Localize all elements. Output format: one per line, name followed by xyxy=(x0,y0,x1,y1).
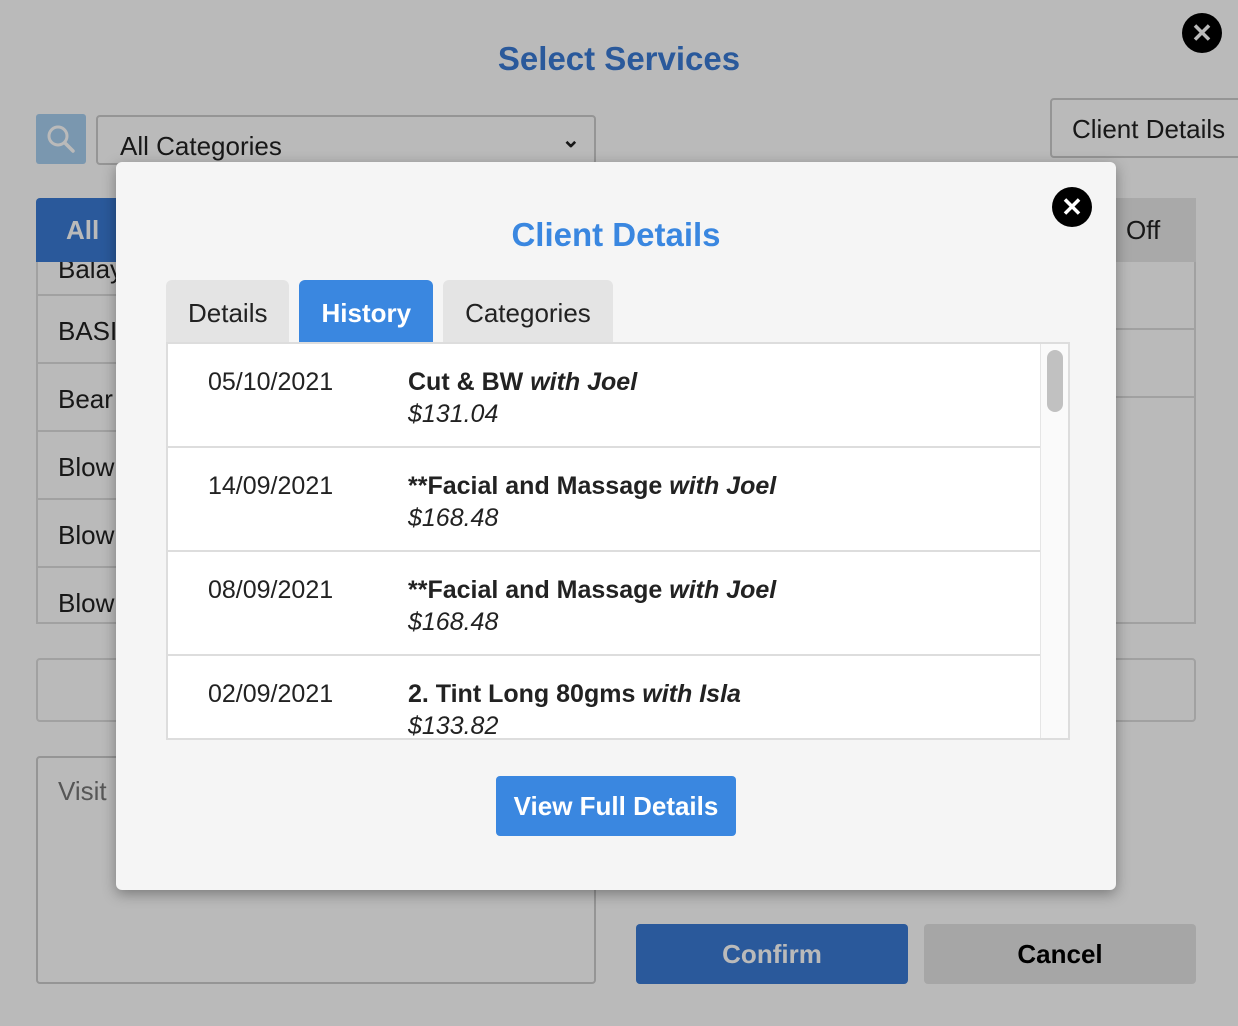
history-date: 14/09/2021 xyxy=(208,472,334,500)
history-date: 08/09/2021 xyxy=(208,576,334,604)
stylist: with Joel xyxy=(669,576,777,604)
tab-history[interactable]: History xyxy=(299,280,434,342)
service-name: **Facial and Massage xyxy=(408,576,663,604)
history-price: $168.48 xyxy=(408,608,499,636)
service-name: Cut & BW xyxy=(408,368,524,396)
stylist: with Joel xyxy=(669,472,777,500)
history-price: $131.04 xyxy=(408,400,499,428)
history-row: 14/09/2021 **Facial and Massage with Joe… xyxy=(168,448,1040,552)
history-row: 08/09/2021 **Facial and Massage with Joe… xyxy=(168,552,1040,656)
modal-title: Client Details xyxy=(511,216,721,253)
history-panel: 05/10/2021 Cut & BW with Joel $131.04 14… xyxy=(166,342,1070,740)
history-date: 05/10/2021 xyxy=(208,368,334,396)
history-row: 05/10/2021 Cut & BW with Joel $131.04 xyxy=(168,344,1040,448)
stylist: with Joel xyxy=(530,368,638,396)
stylist: with Isla xyxy=(642,680,741,708)
tab-details[interactable]: Details xyxy=(166,280,290,342)
history-service: **Facial and Massage with Joel xyxy=(408,576,776,605)
scrollbar-thumb[interactable] xyxy=(1047,350,1063,412)
scrollbar[interactable] xyxy=(1040,344,1068,738)
history-date: 02/09/2021 xyxy=(208,680,334,708)
client-details-modal: ✕ Client Details Details History Categor… xyxy=(116,162,1116,890)
history-service: **Facial and Massage with Joel xyxy=(408,472,776,501)
history-list: 05/10/2021 Cut & BW with Joel $131.04 14… xyxy=(168,344,1040,740)
history-service: 2. Tint Long 80gms with Isla xyxy=(408,680,741,709)
history-price: $133.82 xyxy=(408,712,499,740)
modal-tabs: Details History Categories xyxy=(166,280,613,342)
tab-categories[interactable]: Categories xyxy=(443,280,613,342)
history-row: 02/09/2021 2. Tint Long 80gms with Isla … xyxy=(168,656,1040,740)
service-name: **Facial and Massage xyxy=(408,472,663,500)
service-name: 2. Tint Long 80gms xyxy=(408,680,636,708)
view-full-details-button[interactable]: View Full Details xyxy=(496,776,736,836)
history-price: $168.48 xyxy=(408,504,499,532)
history-service: Cut & BW with Joel xyxy=(408,368,637,397)
